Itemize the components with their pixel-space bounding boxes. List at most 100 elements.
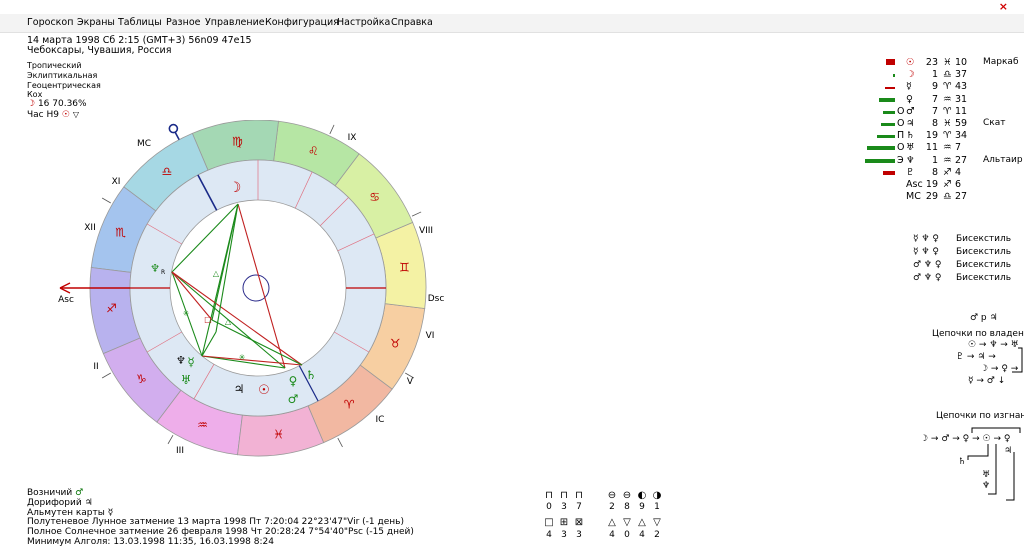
- stat-value: 4: [609, 530, 615, 540]
- chart-location: Чебоксары, Чувашия, Россия: [27, 45, 172, 56]
- mars-icon: ♂: [288, 392, 299, 406]
- position-degree: 1: [931, 69, 938, 81]
- exile-chains-title: Цепочки по изгнани: [936, 411, 1024, 421]
- algol-minimum: Минимум Алголя: 13.03.1998 11:35, 16.03.…: [27, 537, 274, 547]
- menu-bar: Гороскоп Экраны Таблицы Разное Управлени…: [0, 14, 1024, 33]
- stat-icon: ⊖: [607, 490, 617, 501]
- scorpio-icon: ♏: [115, 226, 126, 240]
- menu-control[interactable]: Управление: [205, 17, 265, 29]
- gemini-icon: ♊: [399, 260, 410, 274]
- position-planet: Asc: [906, 179, 923, 190]
- stat-icon: ◐: [637, 490, 647, 501]
- stat-value: 4: [639, 530, 645, 540]
- position-sign: ♒: [943, 154, 952, 166]
- moon-icon: ☽: [229, 180, 242, 196]
- zodiac-type: Тропический: [27, 61, 82, 70]
- position-status: О: [897, 118, 905, 129]
- aquarius-icon: ♒: [197, 418, 208, 432]
- position-minute: 11: [955, 105, 968, 117]
- jupiter-icon: ♃: [234, 382, 245, 396]
- position-planet: ☿: [906, 81, 912, 93]
- position-status: О: [897, 105, 905, 117]
- position-minute: 4: [955, 166, 962, 178]
- menu-misc[interactable]: Разное: [166, 17, 200, 29]
- bissextile-glyphs: ☿ ♆ ♀: [913, 234, 939, 244]
- mc-label: MC: [137, 139, 151, 149]
- coord-system: Эклиптикальная: [27, 71, 98, 80]
- mercury-icon: ☿: [187, 355, 194, 369]
- venus-icon: ♀: [289, 374, 298, 388]
- aspect-symbol-1: △: [225, 317, 232, 326]
- position-planet: ☽: [906, 69, 915, 81]
- position-sign: ♒: [943, 142, 952, 154]
- ic-label: IC: [376, 415, 385, 425]
- position-degree: 8: [931, 118, 938, 129]
- stat-value: 2: [609, 502, 615, 512]
- close-icon[interactable]: ×: [999, 1, 1008, 13]
- stat-icon: □: [544, 517, 554, 528]
- neptune-icon: ♆: [150, 262, 160, 275]
- position-planet: ♆: [906, 154, 915, 166]
- menu-help[interactable]: Справка: [391, 17, 433, 29]
- aspect-symbol-2: ✳: [183, 309, 190, 318]
- position-status: П: [897, 130, 905, 142]
- position-sign: ♎: [943, 69, 952, 81]
- strength-bar: [867, 146, 895, 151]
- position-minute: 31: [955, 93, 968, 105]
- sun-icon: ☉: [61, 110, 70, 120]
- position-minute: 59: [955, 118, 968, 129]
- tick-h9: [329, 124, 335, 135]
- position-status: Э: [897, 154, 904, 166]
- libra-icon: ♎: [161, 164, 172, 178]
- position-planet: ♅: [906, 142, 915, 154]
- strength-bar: [885, 87, 895, 90]
- menu-config[interactable]: Конфигурация: [265, 17, 339, 29]
- aspect-symbol-3: ✳: [239, 353, 246, 362]
- house-12-label: XII: [84, 223, 95, 233]
- house-9-label: IX: [348, 133, 357, 143]
- menu-horoscope[interactable]: Гороскоп: [27, 17, 73, 29]
- position-planet: ♄: [906, 130, 915, 142]
- position-degree: 7: [931, 93, 938, 105]
- position-minute: 7: [955, 142, 962, 154]
- position-degree: 8: [931, 166, 938, 178]
- retrograde-mark: R: [161, 269, 165, 276]
- position-degree: 11: [925, 142, 938, 154]
- stat-icon: ⊓: [545, 490, 553, 501]
- asc-label: Asc: [58, 295, 74, 305]
- house-11-label: XI: [112, 177, 121, 187]
- aspect-symbol-0: △: [213, 269, 220, 278]
- mc-icon: [168, 123, 179, 134]
- stat-icon: ▽: [653, 517, 661, 528]
- position-planet: ♇: [906, 166, 915, 178]
- stat-value: 0: [624, 530, 630, 540]
- aries-icon: ♈: [344, 398, 355, 412]
- tick-h3: [167, 435, 174, 445]
- position-minute: 43: [955, 81, 968, 93]
- bissextile-label: Бисекстиль: [956, 273, 1012, 283]
- leo-icon: ♌: [308, 144, 319, 158]
- stat-icon: ⊓: [575, 490, 583, 501]
- stat-icon: ◑: [652, 490, 662, 501]
- position-sign: ♐: [943, 166, 952, 178]
- tick-h12: [101, 197, 111, 204]
- position-sign: ♎: [943, 191, 952, 203]
- house-6-label: VI: [426, 331, 435, 341]
- position-degree: 29: [925, 191, 938, 203]
- strength-bar: [886, 59, 895, 65]
- menu-settings[interactable]: Настройка: [337, 17, 390, 29]
- jupiter-icon: ♃: [84, 498, 93, 508]
- position-minute: 10: [955, 57, 968, 68]
- house-2-label: II: [93, 362, 98, 372]
- menu-tables[interactable]: Таблицы: [118, 17, 162, 29]
- position-star: Альтаир: [983, 154, 1023, 165]
- menu-screens[interactable]: Экраны: [77, 17, 115, 29]
- position-planet: MC: [906, 191, 921, 203]
- strength-bar: [881, 123, 895, 126]
- stat-icon: ⊞: [559, 517, 569, 528]
- capricorn-icon: ♑: [136, 372, 147, 386]
- natal-chart-wheel[interactable]: ♈♉♊♋♌♍♎♏♐♑♒♓ △△✳✳□ ☽♆☿♅♃ ☉♀♂♄♆R MCIXXIXII…: [40, 120, 460, 480]
- stat-icon: △: [638, 517, 646, 528]
- position-planet: ♂: [906, 105, 915, 117]
- strength-bar: [879, 97, 895, 102]
